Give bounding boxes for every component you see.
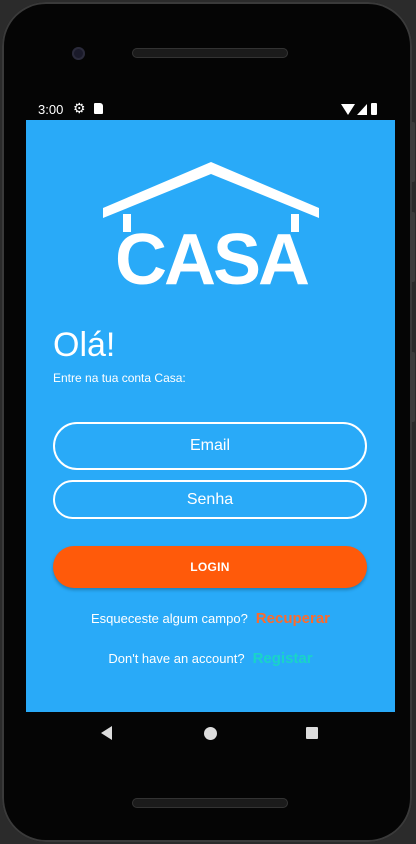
register-prompt: Don't have an account?: [108, 651, 245, 666]
casa-logo: CASA: [103, 162, 319, 290]
sd-card-icon: [94, 103, 103, 114]
phone-frame: 3:00 ⚙ CASA Olá! Entre na tua conta Casa…: [2, 2, 415, 842]
password-field[interactable]: Senha: [53, 480, 367, 519]
gear-icon: ⚙: [73, 100, 86, 116]
status-bar: 3:00 ⚙: [26, 98, 395, 120]
volume-button: [410, 212, 415, 282]
email-placeholder: Email: [189, 437, 230, 454]
greeting-title: Olá!: [53, 326, 116, 364]
bottom-speaker: [132, 798, 288, 808]
earpiece-speaker: [132, 48, 288, 58]
wifi-icon: [341, 104, 355, 115]
side-button-lower: [410, 352, 415, 422]
signal-icon: [357, 104, 367, 115]
email-field[interactable]: Email: [53, 422, 367, 470]
login-button[interactable]: LOGIN: [53, 546, 367, 588]
home-icon[interactable]: [204, 727, 217, 740]
navigation-bar: [26, 712, 395, 756]
status-time: 3:00: [38, 102, 64, 117]
recover-prompt: Esqueceste algum campo?: [90, 611, 248, 626]
roof-shape: [103, 162, 319, 218]
battery-icon: [371, 103, 377, 115]
login-screen: CASA Olá! Entre na tua conta Casa: Email…: [26, 120, 395, 712]
login-subtitle: Entre na tua conta Casa:: [53, 371, 186, 385]
front-camera: [72, 47, 85, 60]
recover-row: Esqueceste algum campo? Recuperar: [26, 610, 395, 627]
password-placeholder: Senha: [186, 490, 234, 508]
logo-text: CASA: [115, 220, 309, 290]
recents-icon[interactable]: [306, 727, 318, 739]
power-button: [410, 122, 415, 182]
back-icon[interactable]: [101, 726, 112, 740]
register-link[interactable]: Registar: [253, 650, 313, 667]
recover-link[interactable]: Recuperar: [256, 610, 330, 627]
register-row: Don't have an account? Registar: [26, 650, 395, 667]
